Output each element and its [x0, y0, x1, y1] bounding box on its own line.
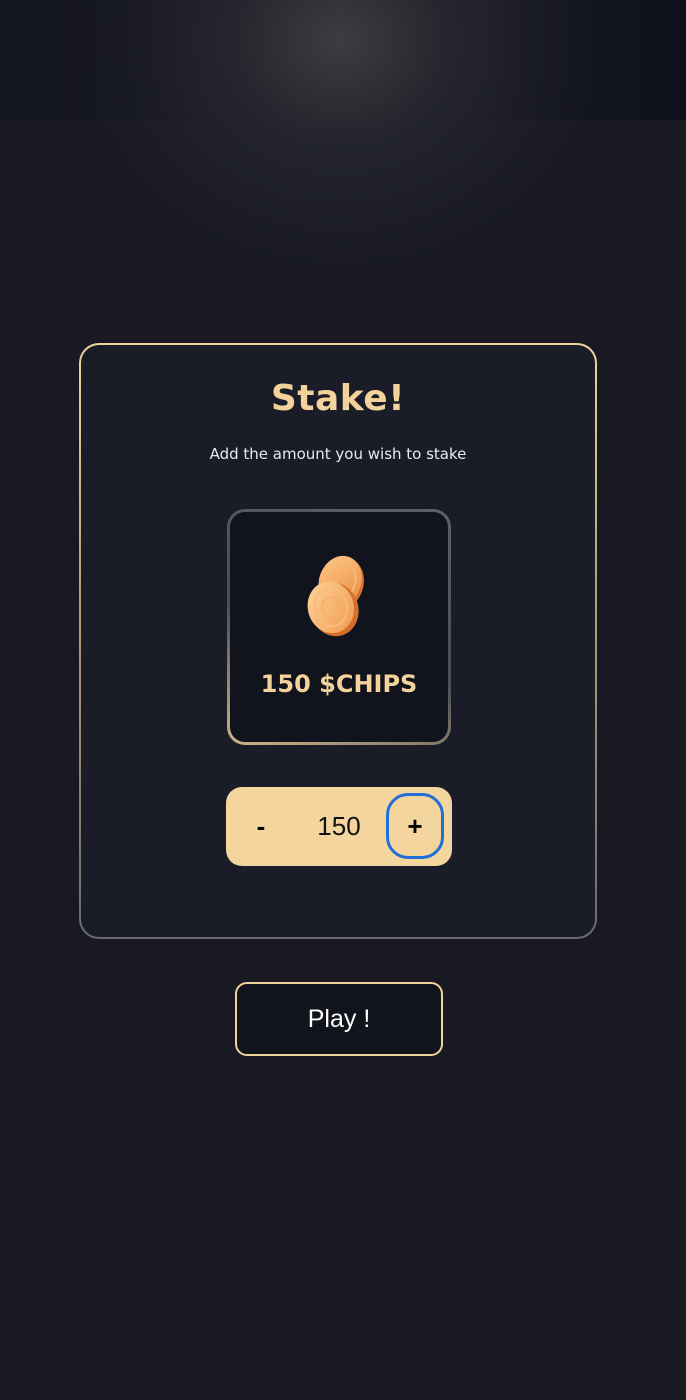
background-vignette [0, 0, 686, 120]
stake-subtitle: Add the amount you wish to stake [209, 445, 467, 463]
chip-amount-label: 150 $CHIPS [260, 670, 418, 698]
decrement-button[interactable]: - [232, 793, 290, 859]
increment-button[interactable]: + [386, 793, 444, 859]
coins-icon [307, 555, 364, 637]
stake-value: 150 [317, 811, 361, 841]
play-button[interactable]: Play ! [235, 982, 443, 1056]
stake-stepper: - 150 + [226, 787, 452, 866]
stake-title: Stake! [270, 378, 406, 419]
background-glow [0, 0, 686, 340]
